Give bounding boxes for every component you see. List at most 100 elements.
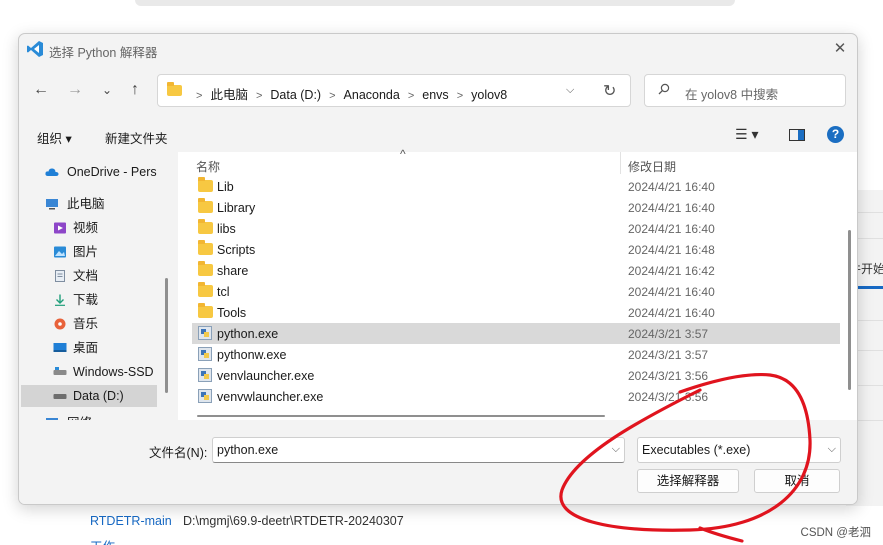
file-row[interactable]: pythonw.exe 2024/3/21 3:57 — [192, 344, 840, 365]
executable-icon — [198, 326, 212, 340]
video-icon — [54, 222, 66, 234]
file-date: 2024/4/21 16:40 — [628, 222, 715, 236]
cancel-button[interactable]: 取消 — [754, 469, 840, 493]
organize-menu[interactable]: 组织 ▾ — [37, 128, 72, 147]
folder-icon — [198, 240, 213, 255]
sidebar-item-label: Data (D:) — [73, 389, 124, 403]
column-divider[interactable] — [620, 152, 621, 174]
column-date-modified[interactable]: 修改日期 — [628, 158, 676, 175]
chevron-right-icon[interactable]: > — [457, 90, 463, 102]
breadcrumb-item[interactable]: yolov8 — [471, 88, 507, 102]
chevron-down-icon[interactable]: ⌵ — [612, 443, 620, 456]
file-name: venvwlauncher.exe — [217, 390, 324, 404]
sidebar-item-videos[interactable]: 视频 — [41, 217, 163, 239]
sidebar-item-windows-ssd[interactable]: Windows-SSD — [41, 361, 163, 383]
sidebar-scrollbar[interactable] — [165, 278, 168, 393]
background-project-link[interactable]: RTDETR-main — [90, 514, 172, 528]
file-name: Lib — [217, 180, 234, 194]
sidebar-item-pictures[interactable]: 图片 — [41, 241, 163, 263]
file-name: pythonw.exe — [217, 348, 287, 362]
address-bar[interactable]: > 此电脑 > Data (D:) > Anaconda > envs > yolov8 ⌵ ↻ — [157, 74, 631, 107]
close-button[interactable]: ✕ — [829, 38, 851, 60]
sidebar-item-this-pc[interactable]: 此电脑 — [33, 193, 163, 215]
file-row[interactable]: venvwlauncher.exe 2024/3/21 3:56 — [192, 386, 840, 407]
sort-ascending-icon: ^ — [400, 147, 406, 161]
back-button[interactable]: ← — [29, 78, 53, 102]
file-date: 2024/3/21 3:56 — [628, 369, 709, 383]
background-bottom-row: RTDETR-main D:\mgmj\69.9-deetr\RTDETR-20… — [0, 506, 883, 545]
preview-pane-icon[interactable] — [789, 129, 805, 141]
sidebar-item-label: 下载 — [73, 293, 99, 307]
horizontal-scrollbar[interactable] — [197, 415, 605, 417]
file-row[interactable]: Library 2024/4/21 16:40 — [192, 197, 840, 218]
file-row[interactable]: tcl 2024/4/21 16:40 — [192, 281, 840, 302]
filename-input[interactable]: python.exe ⌵ — [212, 437, 625, 463]
file-name: python.exe — [217, 327, 279, 341]
search-box[interactable]: 在 yolov8 中搜索 — [644, 74, 846, 107]
dialog-titlebar: 选择 Python 解释器 ✕ — [19, 34, 857, 64]
file-row[interactable]: Scripts 2024/4/21 16:48 — [192, 239, 840, 260]
sidebar-item-desktop[interactable]: 桌面 — [41, 337, 163, 359]
sidebar-item-data-d[interactable]: Data (D:) — [21, 385, 157, 407]
select-interpreter-button[interactable]: 选择解释器 — [637, 469, 739, 493]
chevron-right-icon[interactable]: > — [408, 90, 414, 102]
desktop-icon — [53, 343, 67, 352]
file-name: Library — [217, 201, 256, 215]
breadcrumb-item[interactable]: Data (D:) — [270, 88, 321, 102]
sidebar-item-label: 网络 — [67, 412, 92, 420]
new-folder-button[interactable]: 新建文件夹 — [105, 128, 168, 147]
file-type-value: Executables (*.exe) — [642, 443, 751, 457]
documents-icon — [55, 270, 65, 282]
sidebar-item-label: OneDrive - Pers — [67, 165, 157, 179]
file-row[interactable]: Tools 2024/4/21 16:40 — [192, 302, 840, 323]
file-date: 2024/3/21 3:57 — [628, 327, 709, 341]
recent-locations-button[interactable]: ⌄ — [95, 78, 119, 102]
file-date: 2024/4/21 16:40 — [628, 180, 715, 194]
folder-icon — [167, 82, 182, 96]
breadcrumb-item[interactable]: Anaconda — [344, 88, 400, 102]
sidebar-item-label: 视频 — [73, 221, 99, 235]
background-cut-link[interactable]: 工作 — [90, 536, 115, 545]
breadcrumb: > 此电脑 > Data (D:) > Anaconda > envs > yolov8 — [188, 84, 507, 103]
file-row[interactable]: venvlauncher.exe 2024/3/21 3:56 — [192, 365, 840, 386]
sidebar-item-network[interactable]: 网络 — [33, 412, 163, 420]
file-row[interactable]: libs 2024/4/21 16:40 — [192, 218, 840, 239]
folder-icon — [198, 177, 213, 192]
sidebar-item-onedrive[interactable]: OneDrive - Pers — [33, 161, 163, 183]
file-name: tcl — [217, 285, 230, 299]
background-project-path: D:\mgmj\69.9-deetr\RTDETR-20240307 — [183, 514, 404, 528]
filename-value: python.exe — [217, 443, 279, 457]
navigation-bar: ← → ⌄ ↑ > 此电脑 > Data (D:) > Anaconda > envs > yol… — [19, 72, 857, 108]
folder-icon — [198, 261, 213, 276]
chevron-right-icon[interactable]: > — [329, 90, 335, 102]
breadcrumb-item[interactable]: 此电脑 — [210, 88, 248, 102]
folder-icon — [198, 198, 213, 213]
command-bar: 组织 ▾ 新建文件夹 ☰ ▾ ? — [19, 120, 857, 150]
dialog-footer: 文件名(N): python.exe ⌵ Executables (*.exe)… — [19, 420, 857, 504]
file-type-select[interactable]: Executables (*.exe) ⌵ — [637, 437, 841, 463]
sidebar-item-label: Windows-SSD — [73, 365, 154, 379]
file-row[interactable]: Lib 2024/4/21 16:40 — [192, 176, 840, 197]
sidebar-item-documents[interactable]: 文档 — [41, 265, 163, 287]
view-options-icon[interactable]: ☰ ▾ — [735, 126, 758, 143]
column-name[interactable]: 名称 — [196, 158, 220, 175]
vertical-scrollbar[interactable] — [848, 230, 851, 390]
pictures-icon — [54, 246, 66, 258]
chevron-down-icon[interactable]: ⌵ — [566, 84, 574, 97]
up-button[interactable]: ↑ — [123, 78, 147, 102]
file-name: libs — [217, 222, 236, 236]
refresh-icon[interactable]: ↻ — [603, 81, 616, 101]
search-icon — [658, 83, 670, 95]
folder-icon — [198, 303, 213, 318]
forward-button[interactable]: → — [63, 78, 87, 102]
file-row[interactable]: share 2024/4/21 16:42 — [192, 260, 840, 281]
sidebar-item-downloads[interactable]: 下载 — [41, 289, 163, 311]
chevron-right-icon[interactable]: > — [256, 90, 262, 102]
navigation-pane: OneDrive - Pers 此电脑 视频 图片 文档 下载 音乐 桌面 Wi… — [19, 152, 171, 420]
search-input[interactable]: 在 yolov8 中搜索 — [685, 84, 778, 103]
help-icon[interactable]: ? — [827, 126, 844, 143]
file-row[interactable]: python.exe 2024/3/21 3:57 — [192, 323, 840, 344]
sidebar-item-music[interactable]: 音乐 — [41, 313, 163, 335]
breadcrumb-item[interactable]: envs — [422, 88, 448, 102]
file-date: 2024/4/21 16:42 — [628, 264, 715, 278]
